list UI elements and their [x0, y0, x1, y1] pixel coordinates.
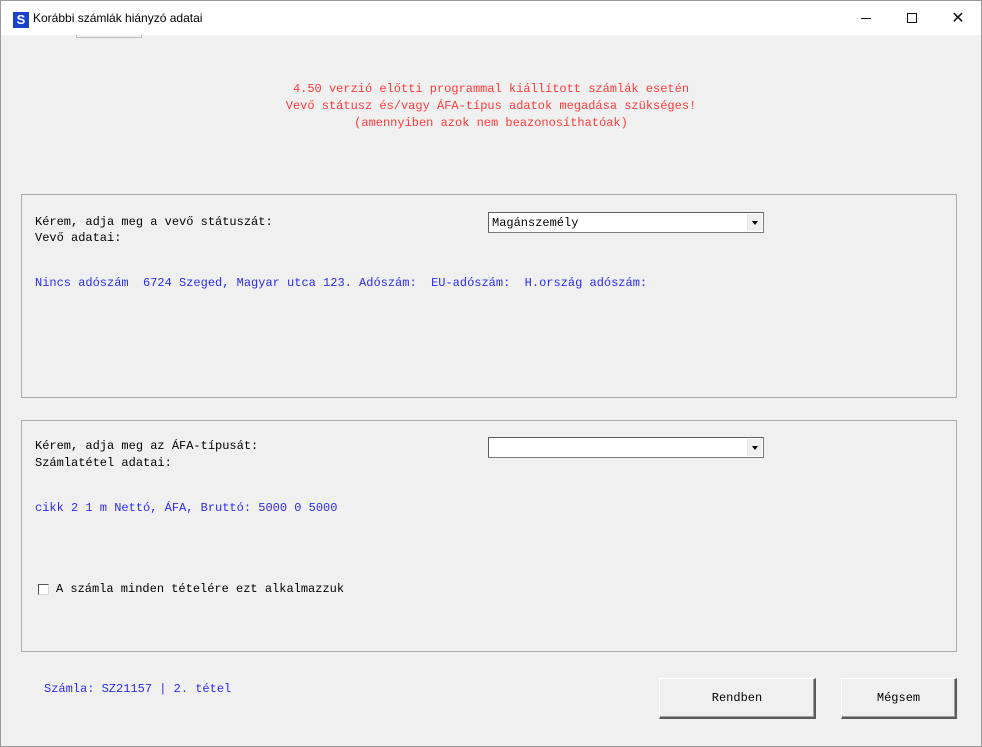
- invoice-info: Számla: SZ21157 | 2. tétel: [44, 682, 232, 696]
- buyer-data-label: Vevő adatai:: [35, 231, 122, 245]
- buyer-status-group: Kérem, adja meg a vevő státuszát: Vevő a…: [21, 194, 957, 398]
- buyer-status-dropdown-button[interactable]: [747, 214, 762, 231]
- chevron-down-icon: [752, 220, 758, 225]
- ok-button-label: Rendben: [711, 691, 763, 705]
- minimize-button[interactable]: [843, 1, 889, 35]
- warning-message: 4.50 verzió előtti programmal kiállított…: [211, 81, 771, 132]
- app-icon: S: [13, 12, 29, 28]
- buyer-status-prompt: Kérem, adja meg a vevő státuszát:: [35, 215, 273, 229]
- maximize-icon: [907, 13, 917, 23]
- warning-line-1: 4.50 verzió előtti programmal kiállított…: [292, 82, 690, 96]
- chevron-down-icon: [752, 445, 758, 450]
- close-icon: ✕: [951, 8, 965, 27]
- vat-type-select[interactable]: [488, 437, 764, 458]
- cancel-button[interactable]: Mégsem: [841, 678, 957, 719]
- buyer-status-select[interactable]: Magánszemély: [488, 212, 764, 233]
- tab-edge: [76, 35, 142, 38]
- close-button[interactable]: ✕: [935, 1, 981, 35]
- title-bar[interactable]: S Korábbi számlák hiányzó adatai ✕: [1, 1, 981, 35]
- buyer-details: Nincs adószám 6724 Szeged, Magyar utca 1…: [35, 276, 648, 290]
- warning-line-2: Vevő státusz és/vagy ÁFA-típus adatok me…: [285, 99, 697, 113]
- vat-type-prompt: Kérem, adja meg az ÁFA-típusát:: [35, 439, 259, 453]
- warning-line-3: (amennyiben azok nem beazonosíthatóak): [354, 116, 628, 130]
- minimize-icon: [861, 17, 871, 19]
- window-title: Korábbi számlák hiányzó adatai: [33, 11, 203, 25]
- vat-type-group: Kérem, adja meg az ÁFA-típusát: Számlaté…: [21, 420, 957, 652]
- vat-type-dropdown-button[interactable]: [747, 439, 762, 456]
- maximize-button[interactable]: [889, 1, 935, 35]
- ok-button[interactable]: Rendben: [659, 678, 816, 719]
- item-data-label: Számlatétel adatai:: [35, 456, 172, 470]
- cancel-button-label: Mégsem: [876, 691, 921, 705]
- dialog-window: S Korábbi számlák hiányzó adatai ✕ 4.50 …: [0, 0, 982, 747]
- item-details: cikk 2 1 m Nettó, ÁFA, Bruttó: 5000 0 50…: [35, 501, 338, 515]
- apply-all-checkbox[interactable]: [38, 584, 49, 595]
- apply-all-label[interactable]: A számla minden tételére ezt alkalmazzuk: [56, 582, 344, 596]
- buyer-status-value: Magánszemély: [492, 216, 579, 230]
